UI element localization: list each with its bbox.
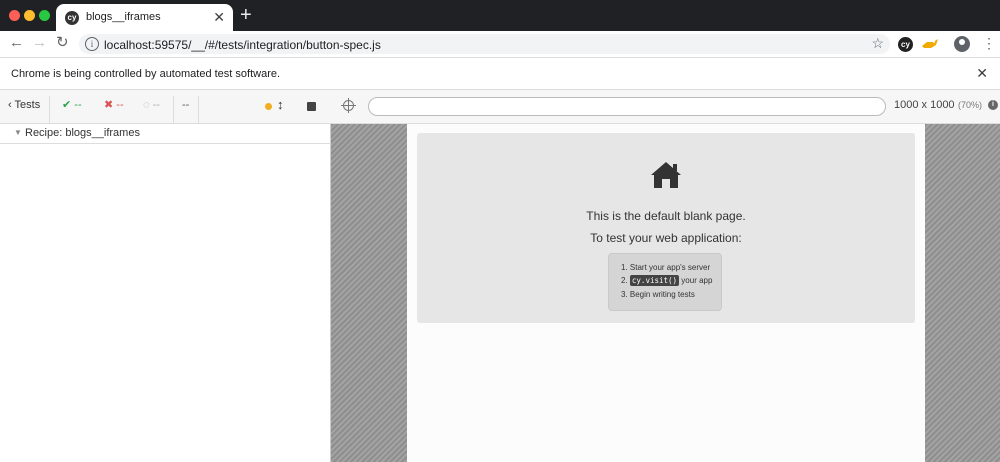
check-icon: ✔ bbox=[62, 99, 72, 111]
close-icon[interactable]: ✕ bbox=[976, 65, 988, 81]
failed-stat: ✖ -- bbox=[104, 98, 124, 112]
forward-arrow-icon[interactable]: → bbox=[32, 34, 47, 52]
tests-button[interactable]: ‹ Tests bbox=[8, 99, 40, 111]
cypress-extension-icon[interactable]: cy bbox=[898, 37, 913, 52]
passed-stat: ✔ -- bbox=[62, 98, 82, 112]
passed-count: -- bbox=[74, 99, 82, 111]
step-item: 3. Begin writing tests bbox=[621, 290, 695, 299]
aut-panel: 1000 x 1000 (70%) i This is the default … bbox=[331, 90, 1000, 462]
browser-toolbar: ← → ↻ i localhost:59575/__/#/tests/integ… bbox=[0, 31, 1000, 57]
close-window-button[interactable] bbox=[9, 10, 20, 21]
aut-header: 1000 x 1000 (70%) i bbox=[331, 90, 1000, 124]
reload-icon[interactable]: ↻ bbox=[56, 34, 69, 52]
info-icon[interactable]: i bbox=[85, 37, 99, 51]
tests-label: Tests bbox=[14, 99, 41, 111]
profile-icon[interactable] bbox=[954, 36, 970, 52]
browser-titlebar: cy blogs__iframes ✕ + bbox=[0, 0, 1000, 31]
infobar-message: Chrome is being controlled by automated … bbox=[11, 68, 281, 80]
spec-name: Recipe: blogs__iframes bbox=[25, 127, 140, 139]
step-text: your app bbox=[681, 276, 713, 285]
extension-icon[interactable] bbox=[921, 38, 939, 50]
pending-count: -- bbox=[152, 99, 160, 111]
divider bbox=[198, 96, 199, 124]
chevron-left-icon: ‹ bbox=[8, 99, 12, 111]
pending-circle-icon: ◌ bbox=[143, 99, 150, 111]
divider bbox=[173, 96, 174, 124]
blank-page-card: This is the default blank page. To test … bbox=[417, 133, 915, 323]
blank-page-subheading: To test your web application: bbox=[590, 231, 742, 245]
failed-count: -- bbox=[116, 99, 124, 111]
aut-iframe: This is the default blank page. To test … bbox=[407, 124, 925, 462]
home-icon bbox=[651, 162, 681, 188]
cypress-favicon-icon: cy bbox=[65, 11, 79, 25]
reporter-header: ‹ Tests ✔ -- ✖ -- ◌ -- -- ↕ bbox=[0, 90, 331, 124]
stop-icon[interactable] bbox=[307, 102, 316, 111]
step-number: 2. bbox=[621, 276, 628, 285]
crosshair-icon[interactable] bbox=[341, 98, 356, 113]
resize-arrow-icon[interactable]: ↕ bbox=[277, 98, 284, 112]
reporter-panel: ‹ Tests ✔ -- ✖ -- ◌ -- -- ↕ ▼ Recipe: bl… bbox=[0, 90, 331, 462]
address-url[interactable]: localhost:59575/__/#/tests/integration/b… bbox=[104, 38, 381, 52]
running-indicator bbox=[265, 103, 272, 110]
viewport-scale: (70%) bbox=[958, 100, 983, 110]
spec-row[interactable]: ▼ Recipe: blogs__iframes bbox=[0, 124, 331, 144]
aut-url-bar[interactable] bbox=[368, 97, 886, 116]
step-item: 1. Start your app's server bbox=[621, 263, 711, 272]
tab-title: blogs__iframes bbox=[86, 11, 161, 23]
duration: -- bbox=[182, 99, 190, 111]
step-item: 2. cy.visit() your app bbox=[621, 275, 712, 286]
maximize-window-button[interactable] bbox=[39, 10, 50, 21]
caret-down-icon[interactable]: ▼ bbox=[14, 128, 22, 138]
minimize-window-button[interactable] bbox=[24, 10, 35, 21]
info-icon[interactable]: i bbox=[988, 100, 998, 110]
new-tab-icon[interactable]: + bbox=[240, 5, 252, 25]
back-arrow-icon[interactable]: ← bbox=[9, 34, 24, 52]
divider bbox=[49, 96, 50, 124]
pending-stat: ◌ -- bbox=[143, 98, 160, 112]
code-snippet: cy.visit() bbox=[629, 275, 680, 286]
browser-tab[interactable]: cy blogs__iframes ✕ bbox=[56, 4, 233, 31]
automation-infobar: Chrome is being controlled by automated … bbox=[0, 57, 1000, 90]
close-icon[interactable]: ✕ bbox=[213, 9, 225, 25]
steps-list: 1. Start your app's server 2. cy.visit()… bbox=[608, 253, 722, 311]
aut-stage: This is the default blank page. To test … bbox=[331, 124, 1000, 462]
star-icon[interactable]: ☆ bbox=[871, 35, 884, 52]
viewport-dimensions: 1000 x 1000 bbox=[894, 99, 955, 111]
x-icon: ✖ bbox=[104, 99, 114, 111]
menu-icon[interactable]: ⋮ bbox=[982, 34, 996, 52]
blank-page-heading: This is the default blank page. bbox=[586, 209, 746, 223]
address-bar[interactable]: i localhost:59575/__/#/tests/integration… bbox=[79, 34, 890, 54]
